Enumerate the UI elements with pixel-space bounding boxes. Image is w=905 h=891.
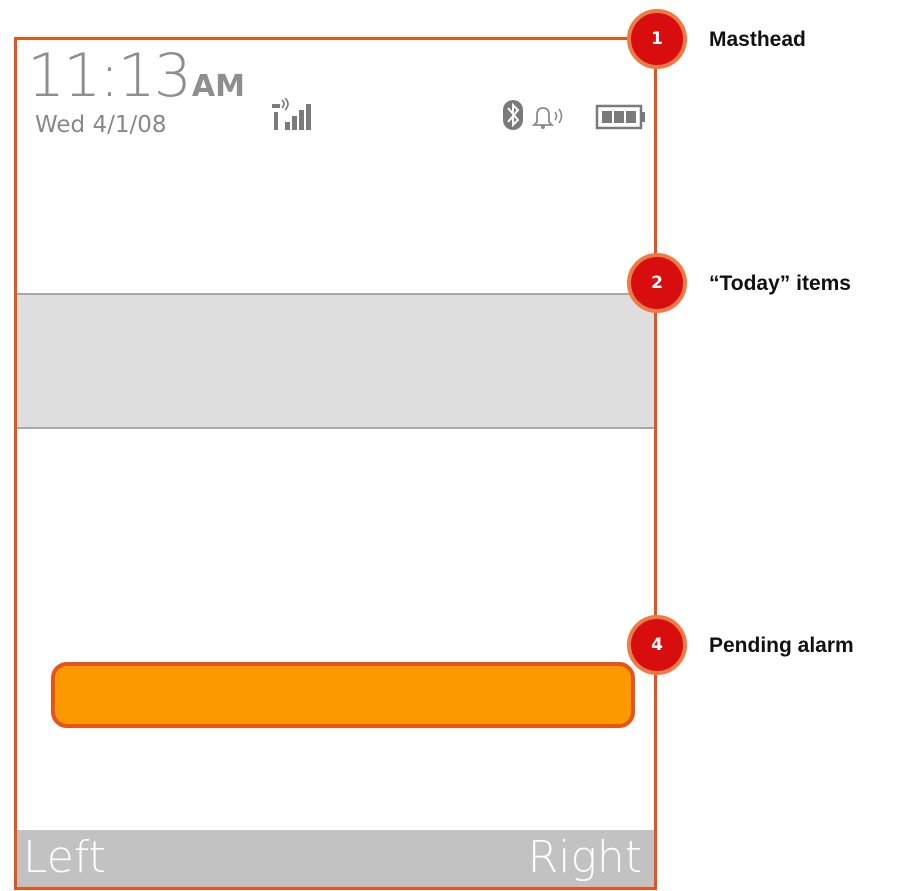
today-items-band[interactable] [17,293,654,429]
left-softkey[interactable]: Left [23,832,106,884]
callout-label-masthead: Masthead [709,28,806,51]
signal-strength-icon [271,97,323,136]
right-softkey[interactable]: Right [528,832,642,884]
phone-screen-frame: 11:13AM Wed 4/1/08 Left Right [14,37,657,890]
masthead-clock: 11:13AM [27,44,245,108]
battery-icon [595,104,645,130]
callout-label-pending-alarm: Pending alarm [709,634,854,657]
masthead-time: 11:13 [27,41,192,111]
ringer-bell-icon [531,107,563,129]
masthead-date: Wed 4/1/08 [35,112,167,138]
callout-badge-pending-alarm: 4 [627,615,687,675]
callout-badge-today-items: 2 [627,253,687,313]
callout-label-today-items: “Today” items [709,272,851,295]
bluetooth-icon [503,100,523,130]
pending-alarm-bar[interactable] [51,662,635,728]
masthead-ampm: AM [191,69,245,104]
callout-badge-masthead: 1 [627,9,687,69]
softkey-bar: Left Right [17,830,654,887]
status-icons [501,98,651,136]
